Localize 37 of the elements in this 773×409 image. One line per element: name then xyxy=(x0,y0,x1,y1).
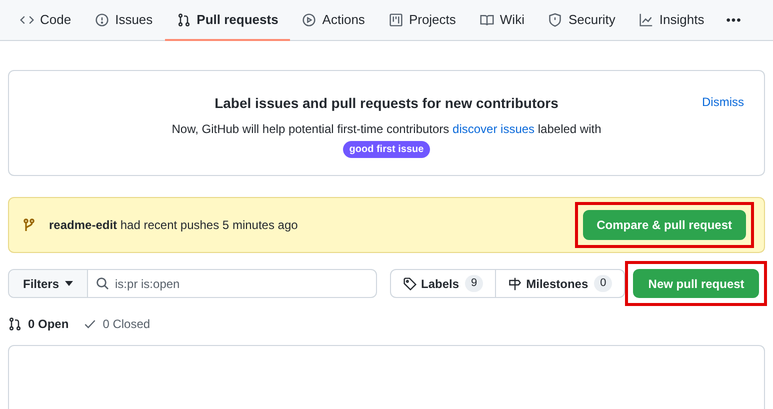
search-icon xyxy=(96,277,110,290)
counter: 0 xyxy=(594,275,612,292)
more-button[interactable]: ••• xyxy=(720,0,748,40)
pull-request-icon xyxy=(176,12,191,26)
caret-icon xyxy=(65,281,74,286)
graph-icon xyxy=(639,12,654,26)
shield-icon xyxy=(548,12,562,26)
nav-tab[interactable]: Actions xyxy=(290,0,377,41)
labels-button[interactable]: Labels 9 xyxy=(391,270,496,297)
nav-tab[interactable]: Security xyxy=(536,0,628,41)
circle-icon xyxy=(95,12,110,26)
counter: 9 xyxy=(465,275,484,292)
book-icon xyxy=(480,12,494,26)
signpost-icon xyxy=(508,276,522,290)
nav-tab[interactable]: Code xyxy=(8,0,84,41)
check-icon xyxy=(82,317,97,331)
board-icon xyxy=(388,12,403,26)
discover-issues-link[interactable]: discover issues xyxy=(452,122,535,136)
branch-icon xyxy=(23,218,35,232)
notice-text: Now, GitHub will help potential first-time contributors discover issues labeled with xyxy=(172,121,602,138)
dismiss-link[interactable]: Dismiss xyxy=(702,93,744,111)
milestones-button[interactable]: Milestones 0 xyxy=(496,270,624,297)
play-icon xyxy=(302,12,316,26)
filters-button[interactable]: Filters xyxy=(9,270,88,297)
pull-request-icon xyxy=(8,317,22,331)
notice-title: Label issues and pull requests for new contributors xyxy=(214,94,558,113)
label-badge: good first issue xyxy=(343,141,430,158)
tag-icon xyxy=(403,276,417,290)
push-message: readme-edit had recent pushes 5 minutes ago xyxy=(49,217,298,234)
nav-tab[interactable]: Pull requests xyxy=(164,0,290,41)
nav-tab[interactable]: Projects xyxy=(376,0,468,41)
nav-tab[interactable]: Wiki xyxy=(468,0,536,41)
state-filter-link[interactable]: 0 Open xyxy=(8,315,69,333)
search-field[interactable]: Filters is:pr is:open xyxy=(8,269,377,298)
state-filter-link[interactable]: 0 Closed xyxy=(82,315,150,333)
nav-tab[interactable]: Insights xyxy=(627,0,716,41)
nav-tab[interactable]: Issues xyxy=(83,0,165,41)
